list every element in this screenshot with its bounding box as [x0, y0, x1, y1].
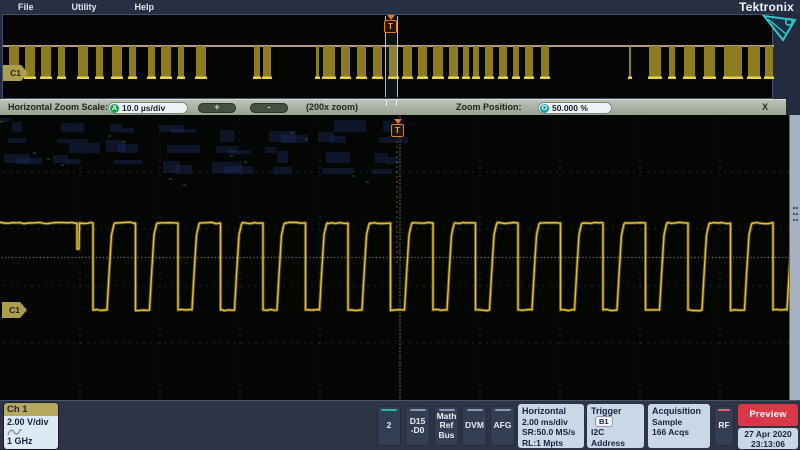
channel-2-accent [381, 409, 396, 411]
menu-file[interactable]: File [18, 2, 34, 12]
afg-button[interactable]: AFG [490, 406, 515, 446]
zoom-scale-value: 10.0 µs/div [122, 103, 165, 113]
record-length: RL:1 Mpts [522, 438, 580, 449]
trigger-title-row: TriggerB1 [591, 406, 640, 427]
menu-utility[interactable]: Utility [72, 2, 97, 12]
channel-2-label: 2 [387, 421, 392, 431]
horizontal-settings-badge[interactable]: Horizontal 2.00 ms/div SR:50.0 MS/s RL:1… [518, 404, 584, 448]
channel-1-badge[interactable]: Ch 1 2.00 V/div 1 GHz [4, 403, 58, 449]
zoom-out-button[interactable]: - [250, 103, 288, 113]
preview-button[interactable]: Preview [738, 404, 798, 426]
trigger-mode: Address [591, 438, 640, 449]
horizontal-scale: 2.00 ms/div [522, 417, 580, 428]
trigger-type: I2C [591, 427, 640, 438]
horizontal-zoom-bar: Horizontal Zoom Scale: A 10.0 µs/div + -… [0, 99, 786, 115]
math-accent [439, 409, 455, 411]
rf-label: RF [718, 421, 729, 431]
digital-label-2: -D0 [411, 426, 425, 436]
sample-rate: SR:50.0 MS/s [522, 427, 580, 438]
acquisition-title: Acquisition [652, 406, 706, 417]
dvm-accent [467, 409, 483, 411]
zoom-factor-label: (200x zoom) [306, 102, 358, 112]
zoom-in-button[interactable]: + [198, 103, 236, 113]
knob-o-icon: O [540, 104, 549, 113]
scroll-handle[interactable] [789, 115, 800, 400]
afg-label: AFG [494, 421, 512, 431]
coupling-row [7, 428, 55, 436]
main-trigger-marker[interactable]: T [391, 119, 404, 137]
rf-accent [718, 409, 731, 411]
zoom-scale-control[interactable]: A 10.0 µs/div [108, 102, 188, 114]
overview-trigger-marker[interactable]: T [384, 15, 397, 33]
trigger-title: Trigger [591, 406, 622, 416]
trigger-settings-badge[interactable]: TriggerB1 I2C Address [587, 404, 644, 448]
menu-bar: File Utility Help Tektronix [0, 0, 800, 13]
digital-accent [410, 409, 426, 411]
afg-accent [495, 409, 511, 411]
channel-1-scale: 2.00 V/div [7, 417, 55, 428]
menu-help[interactable]: Help [135, 2, 155, 12]
date-label: 27 Apr 2020 [738, 429, 798, 439]
time-label: 23:13:06 [738, 439, 798, 449]
overview-panel[interactable]: C1 T [2, 14, 773, 99]
knob-a-icon: A [110, 104, 119, 113]
zoom-scale-label: Horizontal Zoom Scale: [8, 102, 108, 112]
trigger-t-label: T [384, 20, 397, 33]
channel-2-button[interactable]: 2 [377, 406, 401, 446]
dvm-button[interactable]: DVM [462, 406, 487, 446]
status-bar: Ch 1 2.00 V/div 1 GHz 2 D15 -D0 Math [0, 400, 800, 450]
zoom-position-label: Zoom Position: [456, 102, 522, 112]
zoom-window-stem[interactable] [386, 100, 397, 106]
digital-channels-button[interactable]: D15 -D0 [405, 406, 430, 446]
zoom-position-value: 50.000 % [552, 103, 588, 113]
zoom-close-button[interactable]: X [762, 102, 768, 112]
channel-1-bandwidth: 1 GHz [7, 436, 55, 447]
grip-dots-icon [792, 205, 798, 223]
math-ref-bus-button[interactable]: Math Ref Bus [434, 406, 459, 446]
trigger-b1-badge: B1 [596, 417, 612, 426]
zoom-glyph [762, 14, 798, 42]
channel-1-body: 2.00 V/div 1 GHz [4, 416, 58, 449]
coupling-icon [7, 428, 23, 436]
tektronix-logo: Tektronix [739, 0, 794, 14]
zoom-position-control[interactable]: O 50.000 % [538, 102, 612, 114]
acquisition-badge[interactable]: Acquisition Sample 166 Acqs [648, 404, 710, 448]
datetime-badge[interactable]: 27 Apr 2020 23:13:06 [738, 428, 798, 449]
dvm-label: DVM [465, 421, 484, 431]
channel-1-title: Ch 1 [4, 403, 58, 416]
trigger-t-label: T [391, 124, 404, 137]
bus-label: Bus [438, 431, 454, 441]
acquisition-mode: Sample [652, 417, 706, 428]
acquisition-count: 166 Acqs [652, 427, 706, 438]
zoom-overview-icon[interactable] [762, 14, 798, 42]
waveform-display[interactable]: T C1 [0, 115, 800, 400]
oscilloscope-screen: File Utility Help Tektronix C1 T Horizon… [0, 0, 800, 450]
zoomed-waveform-svg [0, 115, 800, 400]
horizontal-title: Horizontal [522, 406, 580, 417]
rf-button[interactable]: RF [714, 406, 734, 446]
